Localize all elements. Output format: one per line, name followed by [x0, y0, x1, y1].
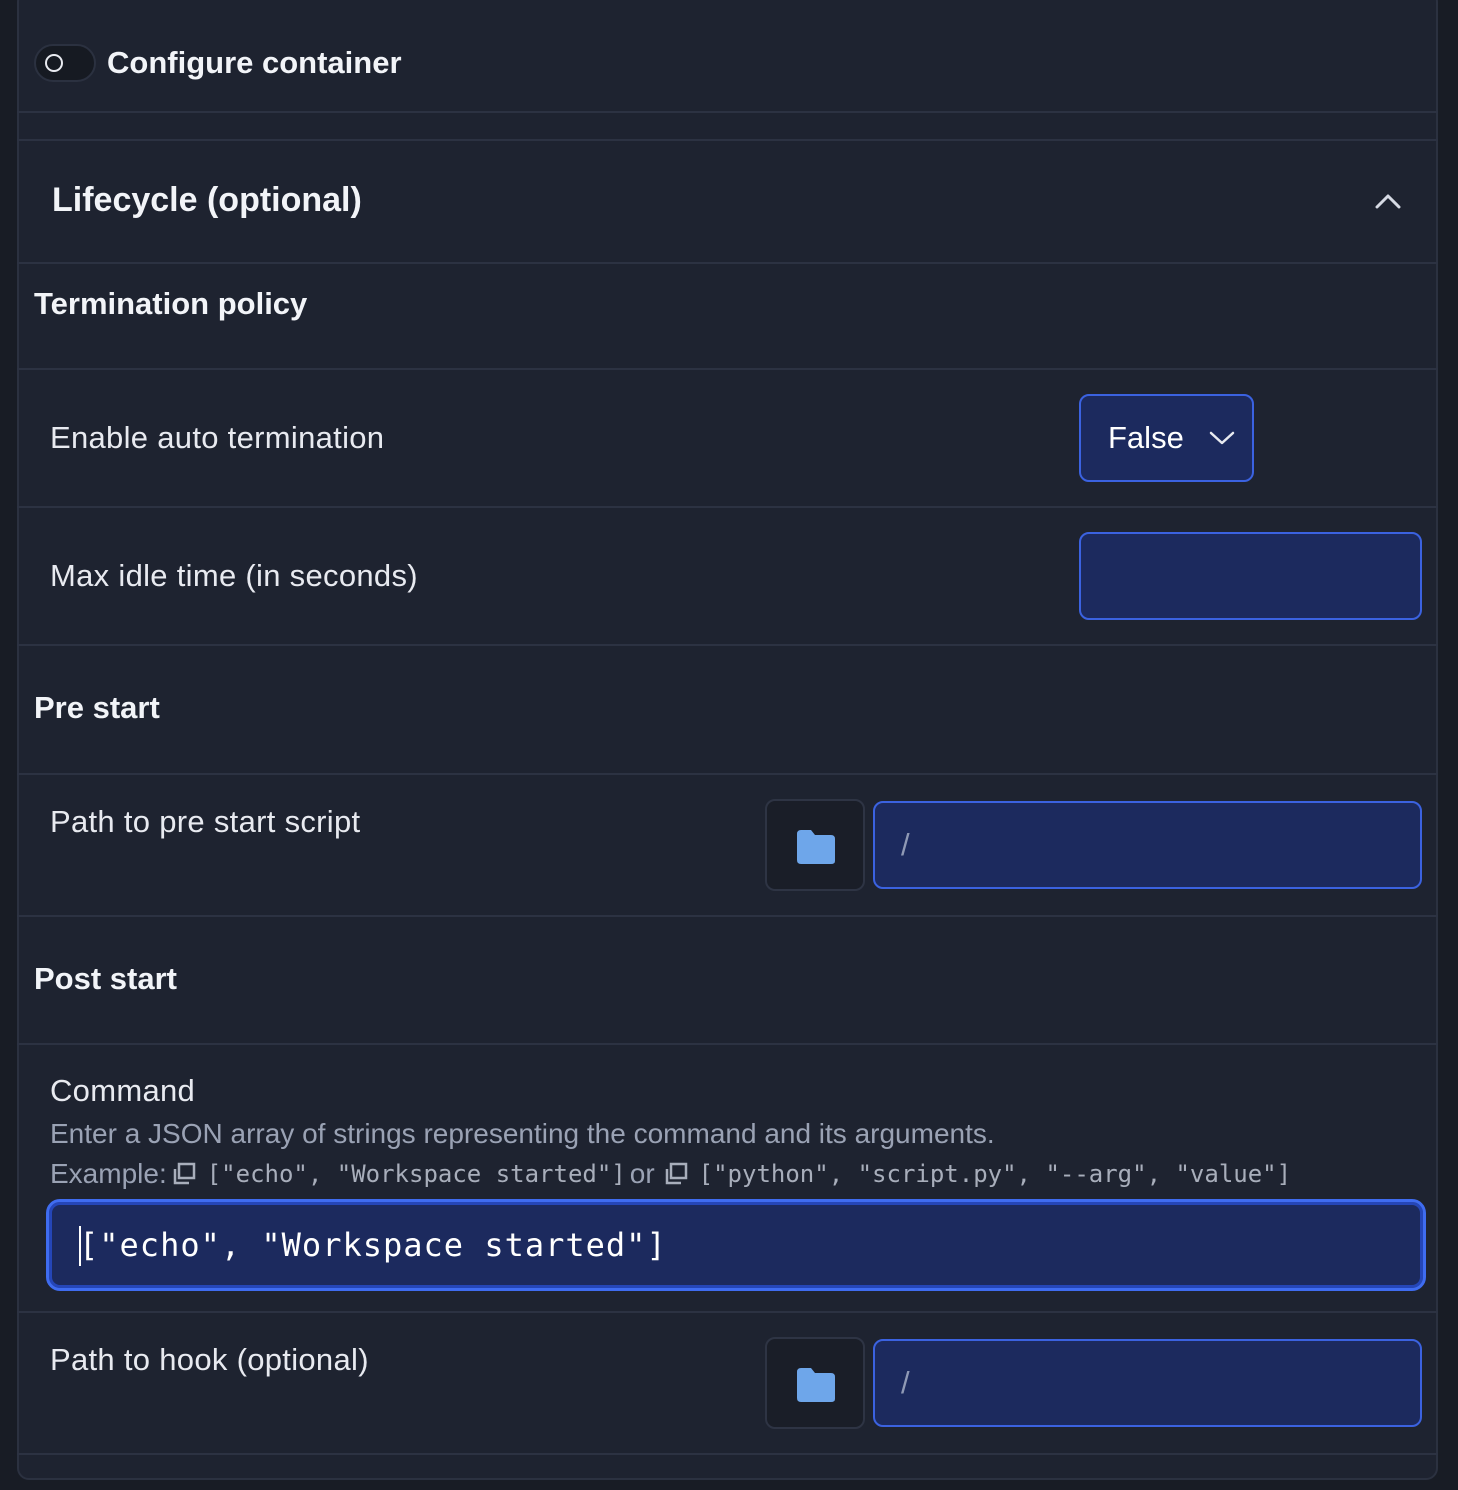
max-idle-label: Max idle time (in seconds)	[50, 558, 418, 593]
example-prefix: Example:	[50, 1158, 167, 1189]
folder-icon	[797, 830, 835, 864]
configure-container-label: Configure container	[107, 45, 402, 80]
auto-termination-label: Enable auto termination	[50, 420, 385, 455]
copy-icon[interactable]	[663, 1162, 689, 1186]
command-label: Command	[50, 1073, 196, 1108]
toggle-knob	[45, 54, 63, 72]
section-spacer	[17, 113, 1438, 141]
example-or: or	[629, 1158, 655, 1189]
lifecycle-title: Lifecycle (optional)	[52, 181, 362, 219]
pre-start-browse-button[interactable]	[765, 799, 865, 891]
configure-container-toggle[interactable]	[34, 44, 96, 82]
command-value: ["echo", "Workspace started"]	[79, 1226, 667, 1264]
example-1: ["echo", "Workspace started"]	[206, 1160, 626, 1188]
command-description: Enter a JSON array of strings representi…	[50, 1118, 995, 1149]
pre-start-heading: Pre start	[34, 690, 160, 725]
post-start-heading-row	[17, 917, 1438, 1045]
hook-path-placeholder: /	[901, 1365, 910, 1400]
hook-path-input[interactable]: /	[873, 1339, 1422, 1427]
command-input[interactable]: ["echo", "Workspace started"]	[46, 1199, 1426, 1291]
chevron-up-icon[interactable]	[1374, 190, 1402, 212]
example-2: ["python", "script.py", "--arg", "value"…	[698, 1160, 1292, 1188]
max-idle-input[interactable]	[1079, 532, 1422, 620]
auto-termination-select[interactable]: False	[1079, 394, 1254, 482]
command-example: Example: ["echo", "Workspace started"] o…	[50, 1156, 1291, 1192]
hook-path-label: Path to hook (optional)	[50, 1342, 369, 1377]
copy-icon[interactable]	[171, 1162, 197, 1186]
chevron-down-icon	[1209, 431, 1235, 445]
auto-termination-value: False	[1108, 420, 1184, 455]
folder-icon	[797, 1368, 835, 1402]
pre-start-path-placeholder: /	[901, 827, 910, 862]
pre-start-path-label: Path to pre start script	[50, 804, 361, 839]
pre-start-heading-row	[17, 646, 1438, 775]
pre-start-path-input[interactable]: /	[873, 801, 1422, 889]
termination-policy-heading: Termination policy	[34, 286, 308, 321]
post-start-heading: Post start	[34, 961, 177, 996]
hook-browse-button[interactable]	[765, 1337, 865, 1429]
